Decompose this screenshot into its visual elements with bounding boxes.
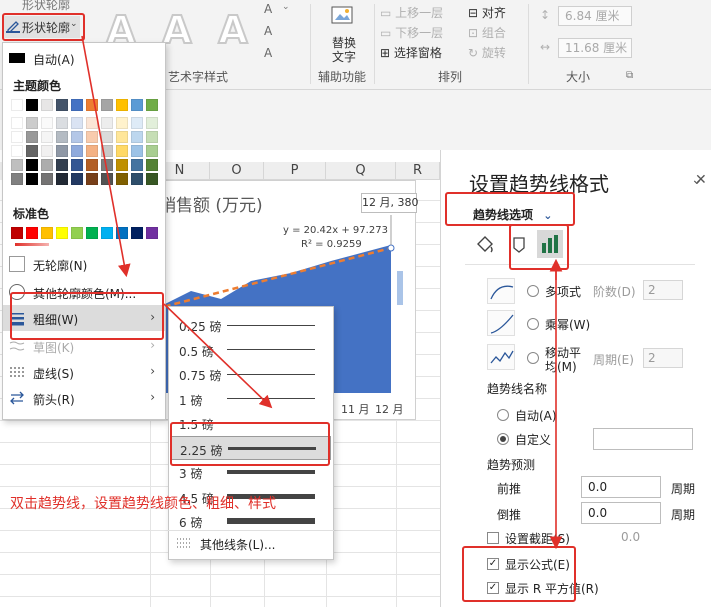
annotation-arrows [81, 35, 563, 550]
instruction-annotation: 双击趋势线，设置趋势线颜色、粗细、样式 [10, 496, 276, 512]
